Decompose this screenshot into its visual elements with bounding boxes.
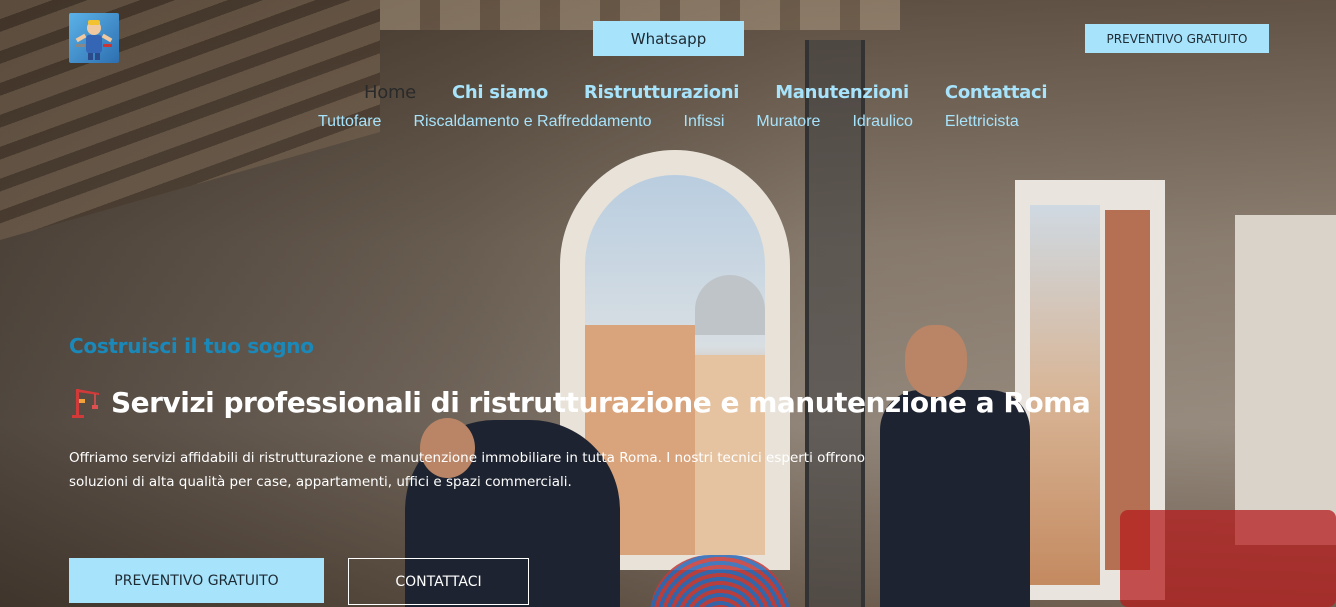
hero-headline: Servizi professionali di ristrutturazion…	[69, 385, 1091, 419]
main-nav: Home Chi siamo Ristrutturazioni Manutenz…	[364, 82, 1083, 103]
nav-infissi[interactable]: Infissi	[684, 113, 725, 131]
nav-ristrutturazioni[interactable]: Ristrutturazioni	[584, 82, 740, 103]
crane-icon	[72, 389, 99, 418]
nav-riscaldamento[interactable]: Riscaldamento e Raffreddamento	[413, 113, 651, 131]
free-quote-header-button[interactable]: PREVENTIVO GRATUITO	[1085, 24, 1269, 53]
nav-elettricista[interactable]: Elettricista	[945, 113, 1019, 131]
nav-tuttofare[interactable]: Tuttofare	[318, 113, 381, 131]
nav-idraulico[interactable]: Idraulico	[852, 113, 912, 131]
worker-right	[880, 390, 1030, 607]
dome	[695, 275, 765, 335]
nav-contattaci[interactable]: Contattaci	[945, 82, 1048, 103]
free-quote-button[interactable]: PREVENTIVO GRATUITO	[69, 558, 324, 603]
wall-shelf	[1235, 215, 1336, 545]
logo-graphic	[75, 20, 113, 60]
hero-headline-text: Servizi professionali di ristrutturazion…	[111, 385, 1091, 419]
hero-tagline: Costruisci il tuo sogno	[69, 334, 314, 358]
power-tools	[1120, 510, 1336, 607]
nav-muratore[interactable]: Muratore	[756, 113, 820, 131]
contact-button[interactable]: CONTATTACI	[348, 558, 529, 605]
hero-description: Offriamo servizi affidabili di ristruttu…	[69, 450, 866, 490]
nav-chi-siamo[interactable]: Chi siamo	[452, 82, 548, 103]
nav-manutenzioni[interactable]: Manutenzioni	[775, 82, 909, 103]
whatsapp-button[interactable]: Whatsapp	[593, 21, 744, 56]
services-nav: Tuttofare Riscaldamento e Raffreddamento…	[318, 113, 1051, 131]
nav-home[interactable]: Home	[364, 82, 416, 103]
handyman-logo-icon[interactable]	[69, 13, 119, 63]
